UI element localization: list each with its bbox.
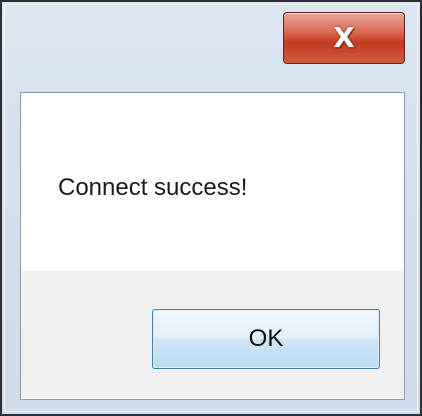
dialog-window: X Connect success! OK — [0, 0, 422, 416]
ok-button[interactable]: OK — [152, 309, 380, 369]
dialog-client-area: Connect success! OK — [20, 92, 405, 400]
close-button[interactable]: X — [283, 12, 405, 64]
close-icon: X — [333, 21, 355, 54]
message-text: Connect success! — [58, 174, 248, 201]
message-panel: Connect success! — [21, 93, 404, 271]
